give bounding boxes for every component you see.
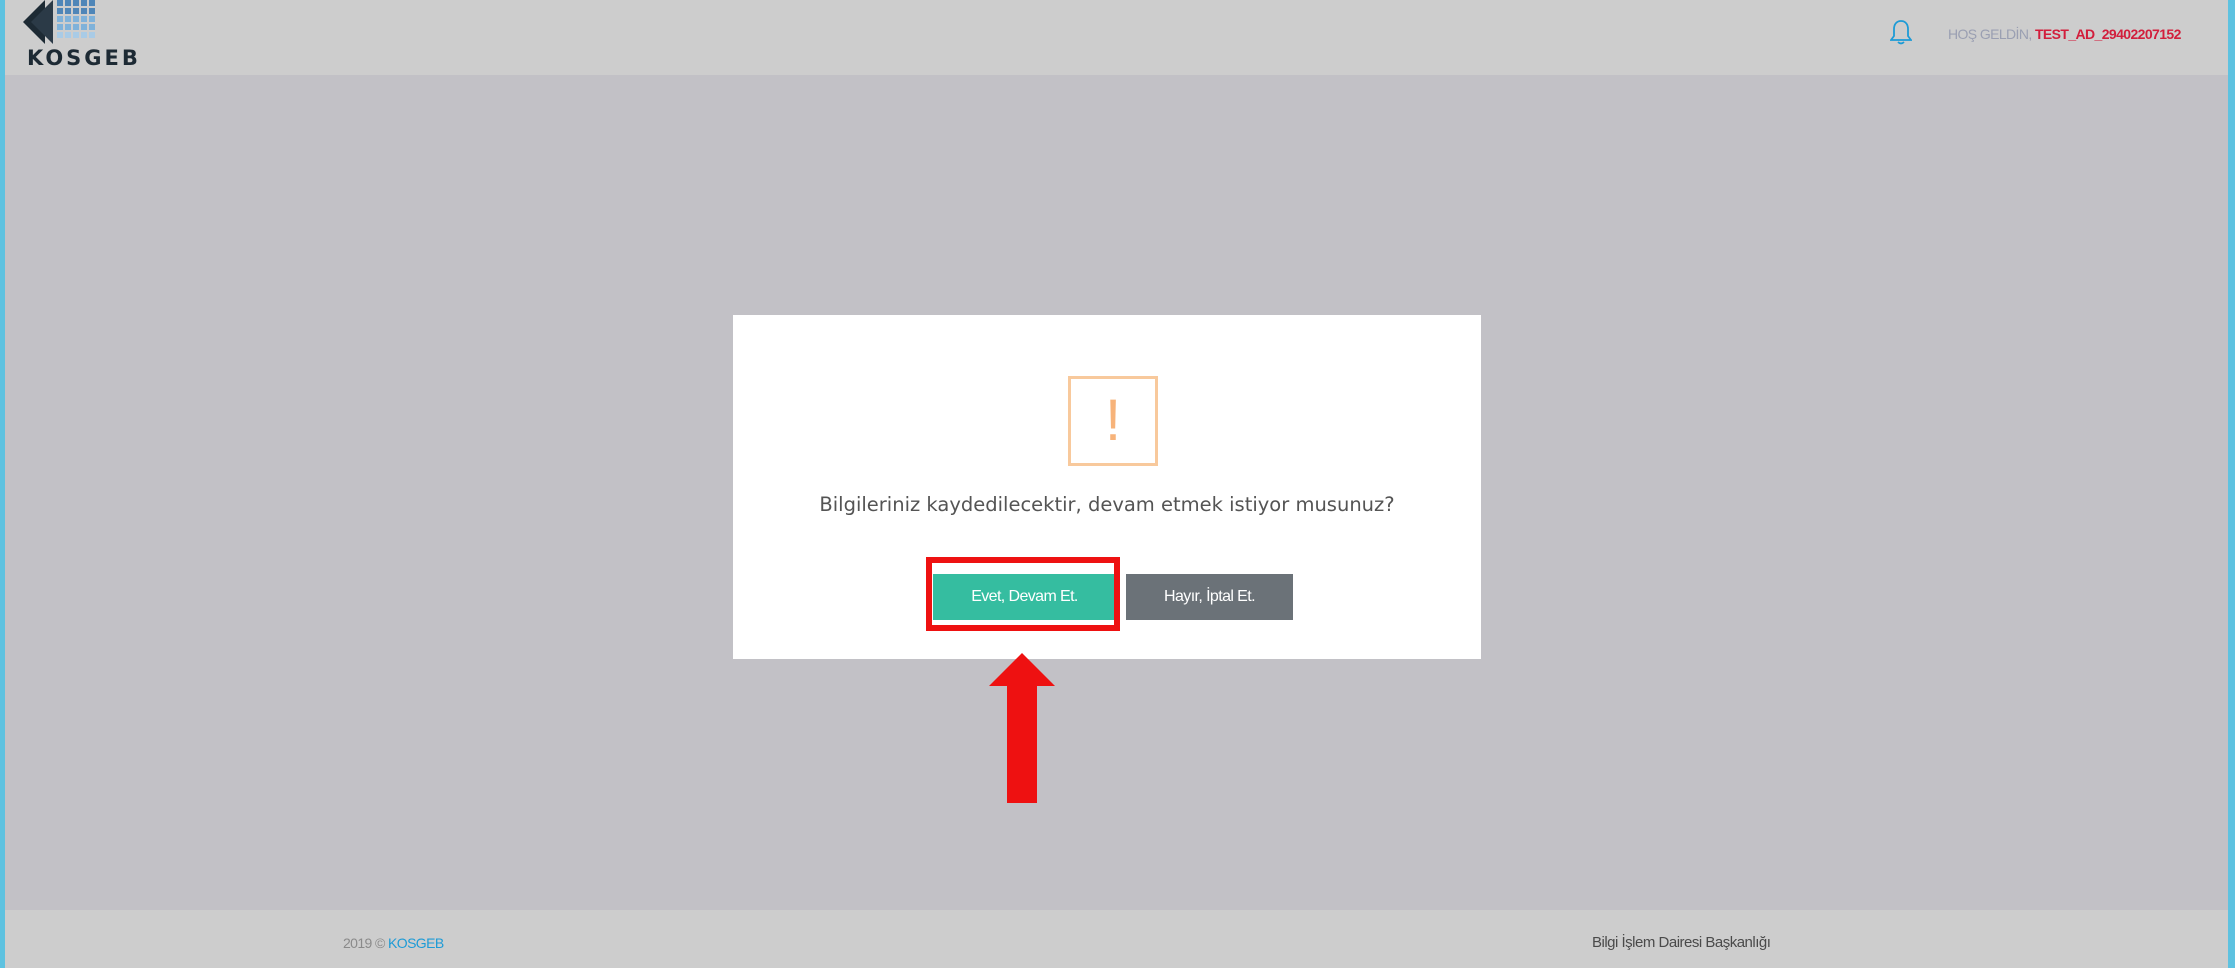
cancel-button[interactable]: Hayır, İptal Et. [1126, 574, 1293, 620]
copyright: 2019 © KOSGEB [343, 935, 444, 951]
logo-text: KOSGEB [27, 46, 141, 70]
welcome-label: HOŞ GELDİN, [1948, 26, 2032, 42]
warning-glyph: ! [1104, 388, 1122, 453]
footer: 2019 © KOSGEB Bilgi İşlem Dairesi Başkan… [5, 910, 2228, 968]
warning-exclamation-icon: ! [1068, 376, 1158, 466]
annotation-up-arrow-icon [989, 653, 1055, 803]
copyright-year: 2019 © [343, 935, 385, 951]
bell-icon[interactable] [1889, 19, 1913, 45]
username: TEST_AD_29402207152 [2034, 26, 2181, 42]
top-navbar: KOSGEB HOŞ GELDİN, TEST_AD_29402207152 [5, 0, 2228, 75]
dialog-message: Bilgileriniz kaydedilecektir, devam etme… [819, 493, 1395, 516]
user-greeting[interactable]: HOŞ GELDİN, TEST_AD_29402207152 [1948, 26, 2181, 42]
footer-department: Bilgi İşlem Dairesi Başkanlığı [1592, 934, 1771, 951]
footer-brand-link[interactable]: KOSGEB [388, 935, 444, 951]
annotation-highlight-box [926, 557, 1120, 631]
